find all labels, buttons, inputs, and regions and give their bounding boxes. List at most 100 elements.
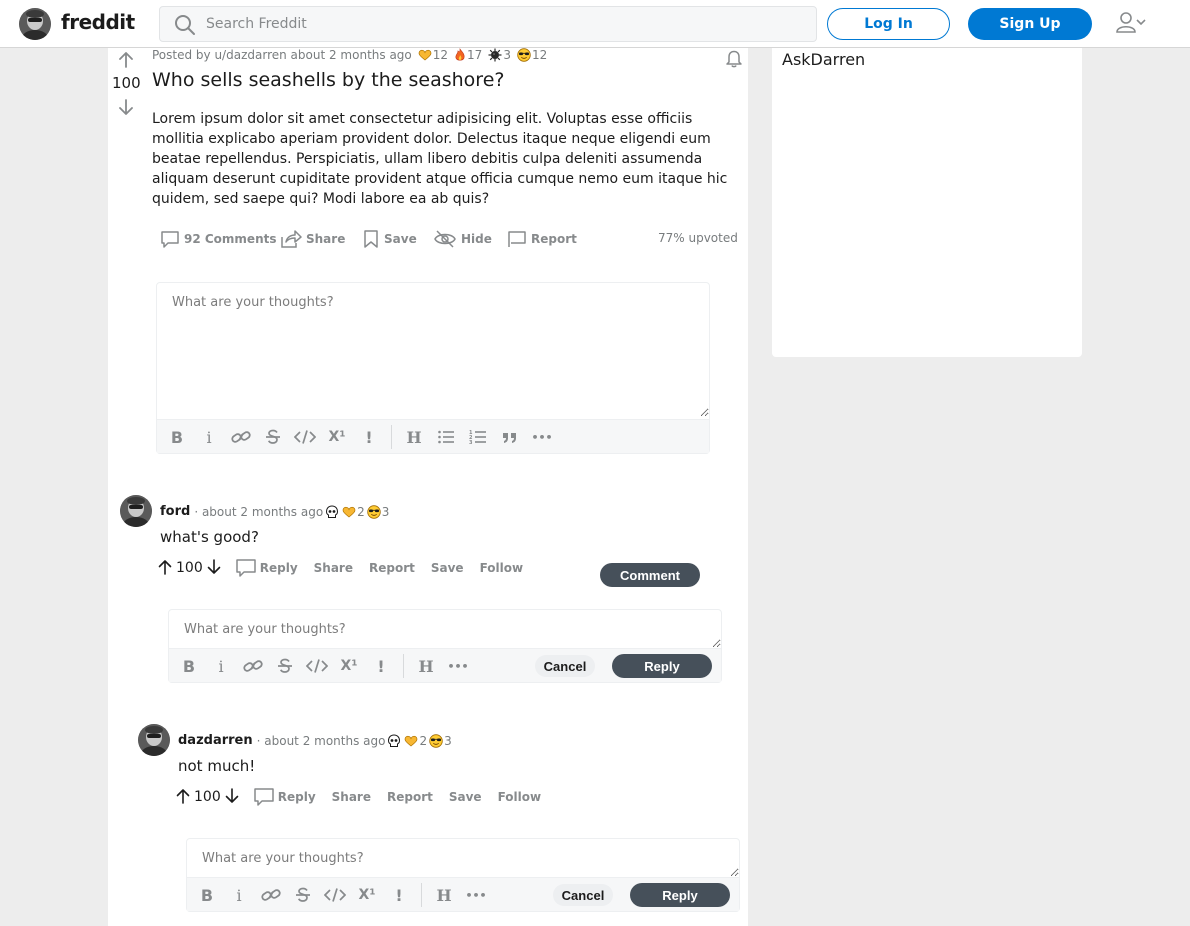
avatar-image <box>138 724 170 756</box>
strikethrough-icon <box>296 887 310 902</box>
comment-bubble-icon <box>235 559 256 577</box>
bold-button[interactable]: B <box>163 420 191 454</box>
hide-button[interactable]: Hide <box>433 229 492 249</box>
reply-editor: B i X¹ ! H ••• Cancel Reply <box>168 609 722 683</box>
comment-author[interactable]: ford <box>160 504 190 519</box>
skull-icon <box>326 504 339 518</box>
upvote-arrow-icon[interactable] <box>176 788 190 807</box>
comment-author[interactable]: dazdarren <box>178 733 253 748</box>
avatar[interactable] <box>120 495 152 527</box>
more-options-button[interactable]: ••• <box>444 649 472 683</box>
upvote-arrow-icon[interactable] <box>158 559 172 578</box>
comment-header: ford · about 2 months ago 2 3 <box>160 504 389 519</box>
link-button[interactable] <box>257 878 285 912</box>
save-button[interactable]: Save <box>449 790 482 804</box>
report-button[interactable]: Report <box>387 790 433 804</box>
reply-button[interactable]: Reply <box>253 787 316 807</box>
heading-button[interactable]: H <box>430 878 458 912</box>
award-sunglasses[interactable]: 12 <box>517 48 547 62</box>
share-button[interactable]: Share <box>280 229 345 249</box>
italic-button[interactable]: i <box>207 649 235 683</box>
heart-hands-icon <box>342 506 356 517</box>
downvote-arrow-icon[interactable] <box>207 558 221 578</box>
upvote-arrow-icon[interactable] <box>118 51 134 73</box>
award-heart-hands[interactable]: 2 <box>404 734 427 748</box>
follow-button[interactable]: Follow <box>498 790 542 804</box>
award-skull[interactable] <box>387 733 402 748</box>
reply-textarea[interactable] <box>187 839 739 877</box>
superscript-button[interactable]: X¹ <box>323 420 351 454</box>
comment-body: what's good? <box>160 528 259 546</box>
downvote-arrow-icon[interactable] <box>225 787 239 807</box>
save-button[interactable]: Save <box>362 229 417 249</box>
comment-body: not much! <box>178 757 256 775</box>
strikethrough-button[interactable] <box>259 420 287 454</box>
comment-textarea[interactable] <box>157 283 709 417</box>
link-button[interactable] <box>227 420 255 454</box>
editor-toolbar: B i X¹ ! H ••• Cancel Reply <box>169 648 721 682</box>
heading-button[interactable]: H <box>400 420 428 454</box>
code-icon <box>324 888 346 902</box>
code-button[interactable] <box>303 649 331 683</box>
link-button[interactable] <box>239 649 267 683</box>
heading-button[interactable]: H <box>412 649 440 683</box>
spoiler-button[interactable]: ! <box>355 420 383 454</box>
code-button[interactable] <box>321 878 349 912</box>
award-sunglasses[interactable]: 3 <box>429 734 452 748</box>
signup-button[interactable]: Sign Up <box>968 8 1092 40</box>
strikethrough-button[interactable] <box>289 878 317 912</box>
spoiler-button[interactable]: ! <box>385 878 413 912</box>
comment-submit-button[interactable]: Comment <box>600 563 700 587</box>
reply-button[interactable]: Reply <box>235 558 298 578</box>
award-sunglasses[interactable]: 3 <box>367 505 389 519</box>
reply-submit-button[interactable]: Reply <box>612 654 712 678</box>
award-heart-hands[interactable]: 2 <box>342 505 365 519</box>
link-icon <box>231 431 251 443</box>
award-heart-hands[interactable]: 12 <box>418 48 448 62</box>
save-button[interactable]: Save <box>431 561 464 575</box>
downvote-arrow-icon[interactable] <box>118 98 134 120</box>
award-fire[interactable]: 17 <box>454 48 482 62</box>
code-button[interactable] <box>291 420 319 454</box>
spoiler-button[interactable]: ! <box>367 649 395 683</box>
logo-text[interactable]: freddit <box>61 10 135 34</box>
reply-submit-button[interactable]: Reply <box>630 883 730 907</box>
bold-button[interactable]: B <box>175 649 203 683</box>
follow-button[interactable]: Follow <box>480 561 524 575</box>
bulleted-list-button[interactable] <box>432 420 460 454</box>
logo-avatar[interactable] <box>19 8 51 40</box>
comment-score: 100 <box>194 789 221 805</box>
more-options-button[interactable]: ••• <box>528 420 556 454</box>
notification-bell-icon[interactable] <box>724 48 744 72</box>
italic-button[interactable]: i <box>195 420 223 454</box>
share-icon <box>281 230 302 248</box>
superscript-button[interactable]: X¹ <box>335 649 363 683</box>
editor-toolbar: B i X¹ ! H ••• Cancel Reply <box>187 877 739 911</box>
top-nav: freddit Log In Sign Up <box>0 0 1190 48</box>
more-options-button[interactable]: ••• <box>462 878 490 912</box>
share-button[interactable]: Share <box>314 561 353 575</box>
award-virus[interactable]: 3 <box>488 48 511 62</box>
numbered-list-button[interactable]: 123 <box>464 420 492 454</box>
cancel-button[interactable]: Cancel <box>535 655 595 677</box>
sunglasses-smiley-icon <box>517 48 531 62</box>
avatar[interactable] <box>138 724 170 756</box>
comments-button[interactable]: 92 Comments <box>160 229 277 249</box>
search-input[interactable] <box>204 7 804 41</box>
superscript-button[interactable]: X¹ <box>353 878 381 912</box>
search-bar[interactable] <box>159 6 817 42</box>
bold-button[interactable]: B <box>193 878 221 912</box>
strikethrough-button[interactable] <box>271 649 299 683</box>
italic-button[interactable]: i <box>225 878 253 912</box>
post-container: 100 Posted by u/dazdarren about 2 months… <box>108 48 748 926</box>
award-skull[interactable] <box>325 504 340 519</box>
cancel-button[interactable]: Cancel <box>553 884 613 906</box>
report-button[interactable]: Report <box>369 561 415 575</box>
report-button[interactable]: Report <box>507 229 577 249</box>
login-button[interactable]: Log In <box>827 8 950 40</box>
user-menu-button[interactable] <box>1116 11 1148 39</box>
reply-textarea[interactable] <box>169 610 721 648</box>
share-button[interactable]: Share <box>332 790 371 804</box>
quote-button[interactable] <box>496 420 524 454</box>
community-name[interactable]: AskDarren <box>782 50 865 69</box>
